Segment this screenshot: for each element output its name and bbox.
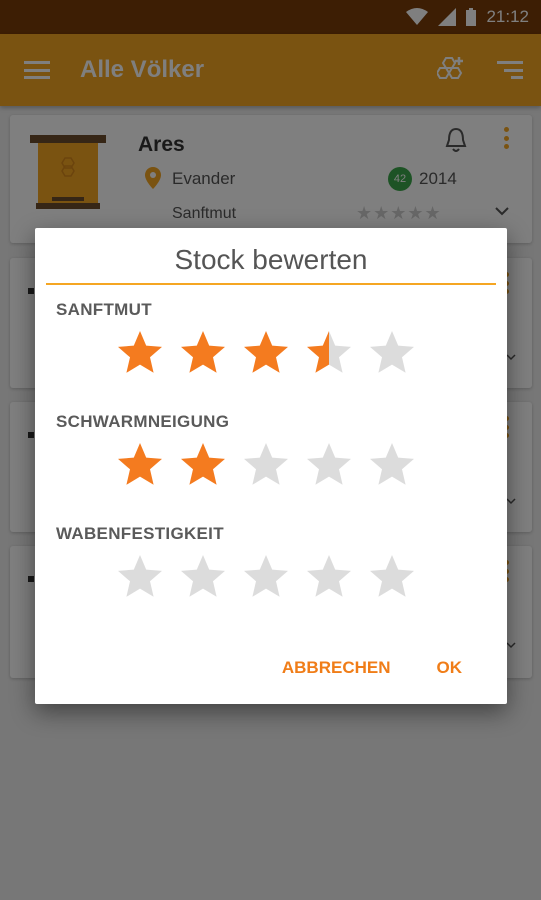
category-label-sanftmut: SANFTMUT (56, 300, 152, 319)
star-empty-icon[interactable] (115, 552, 165, 602)
star-empty-icon[interactable] (304, 440, 354, 490)
star-empty-icon[interactable] (367, 440, 417, 490)
star-filled-icon[interactable] (178, 328, 228, 378)
category-label-wabenfestigkeit: WABENFESTIGKEIT (56, 524, 224, 543)
rating-stars-schwarmneigung[interactable] (115, 440, 417, 490)
star-empty-icon[interactable] (304, 552, 354, 602)
cancel-button[interactable]: ABBRECHEN (282, 658, 391, 678)
star-empty-icon[interactable] (178, 552, 228, 602)
rating-stars-sanftmut[interactable] (115, 328, 417, 378)
star-empty-icon[interactable] (241, 552, 291, 602)
title-divider (46, 283, 496, 285)
ok-button[interactable]: OK (437, 658, 463, 678)
star-filled-icon[interactable] (115, 440, 165, 490)
category-label-schwarmneigung: SCHWARMNEIGUNG (56, 412, 230, 431)
star-empty-icon[interactable] (241, 440, 291, 490)
star-half-icon[interactable] (304, 328, 354, 378)
star-filled-icon[interactable] (241, 328, 291, 378)
star-empty-icon[interactable] (367, 328, 417, 378)
star-empty-icon[interactable] (367, 552, 417, 602)
dialog-actions: ABBRECHEN OK (282, 658, 507, 678)
rating-dialog: Stock bewerten SANFTMUT SCHWARMNEIGUNG W… (35, 228, 507, 704)
dialog-title: Stock bewerten (174, 244, 368, 275)
star-filled-icon[interactable] (178, 440, 228, 490)
star-filled-icon[interactable] (115, 328, 165, 378)
rating-stars-wabenfestigkeit[interactable] (115, 552, 417, 602)
